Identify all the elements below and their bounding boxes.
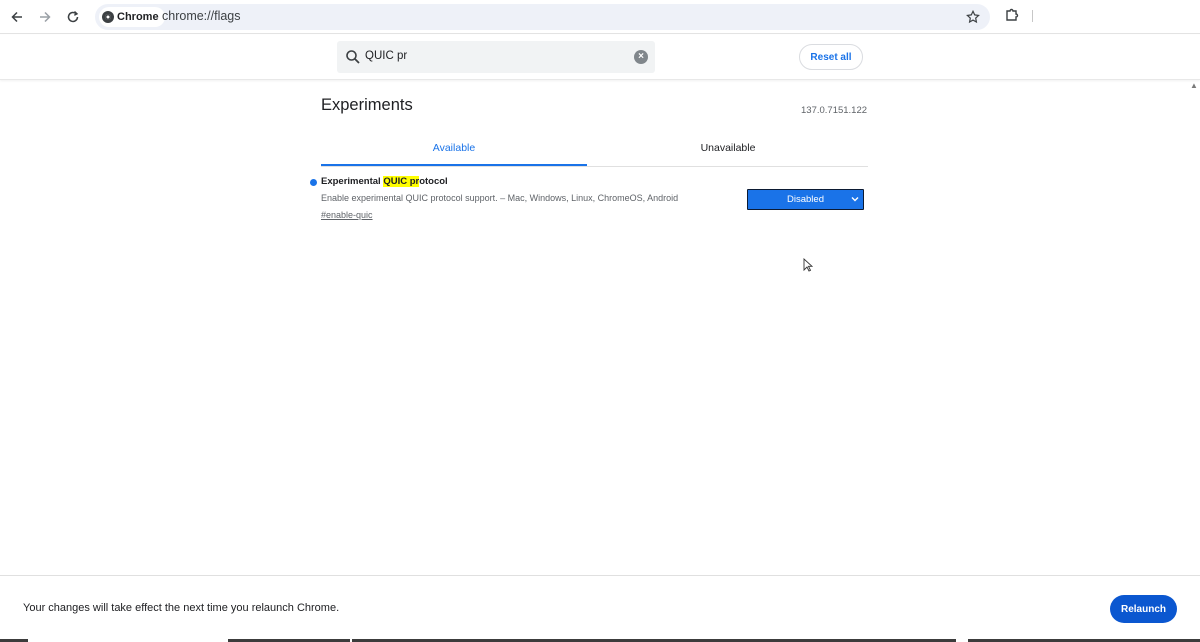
clear-icon[interactable]: ×: [634, 50, 648, 64]
active-tab-indicator: [321, 164, 587, 166]
puzzle-icon: [1006, 8, 1019, 21]
chip-label: Chrome: [117, 11, 159, 23]
mouse-cursor-icon: [803, 258, 813, 272]
flag-state-value: Disabled: [787, 194, 824, 205]
reload-icon: [67, 10, 79, 23]
flag-title-prefix: Experimental: [321, 176, 384, 187]
flag-title-suffix: otocol: [419, 176, 448, 187]
browser-toolbar: Chrome chrome://flags: [0, 0, 1200, 34]
reload-button[interactable]: [61, 5, 85, 29]
chevron-down-icon: [851, 195, 859, 205]
forward-button[interactable]: [33, 5, 57, 29]
tab-bar: Available Unavailable: [321, 131, 868, 167]
tab-available[interactable]: Available: [321, 131, 587, 165]
flag-description: Enable experimental QUIC protocol suppor…: [321, 193, 679, 203]
scroll-up-arrow-icon[interactable]: ▲: [1190, 82, 1198, 90]
modified-dot-icon: [310, 179, 317, 186]
star-icon: [966, 9, 980, 24]
arrow-right-icon: [40, 11, 51, 23]
flag-title: Experimental QUIC protocol: [321, 176, 448, 187]
site-chip[interactable]: Chrome: [99, 7, 165, 27]
relaunch-button[interactable]: Relaunch: [1110, 595, 1177, 623]
flag-permalink[interactable]: #enable-quic: [321, 210, 373, 220]
url-text[interactable]: chrome://flags: [162, 9, 241, 23]
tab-unavailable[interactable]: Unavailable: [595, 131, 861, 165]
relaunch-message: Your changes will take effect the next t…: [23, 602, 340, 614]
flags-header: QUIC pr × Reset all: [0, 35, 1200, 80]
flag-title-highlight: QUIC pr: [383, 176, 420, 187]
search-input[interactable]: QUIC pr: [365, 50, 407, 62]
page-title: Experiments: [321, 96, 413, 114]
arrow-left-icon: [11, 11, 22, 23]
search-icon: [346, 50, 360, 64]
address-bar[interactable]: Chrome chrome://flags: [95, 4, 990, 30]
chrome-logo-icon: [102, 11, 114, 23]
version-label: 137.0.7151.122: [801, 105, 868, 116]
flag-state-select[interactable]: Disabled: [747, 189, 864, 210]
search-box[interactable]: QUIC pr ×: [337, 41, 655, 73]
bookmark-button[interactable]: [966, 6, 980, 28]
relaunch-bar: Your changes will take effect the next t…: [0, 575, 1200, 642]
toolbar-divider: [1032, 10, 1033, 22]
back-button[interactable]: [5, 5, 29, 29]
reset-all-button[interactable]: Reset all: [799, 44, 863, 70]
extensions-button[interactable]: [1004, 7, 1022, 25]
